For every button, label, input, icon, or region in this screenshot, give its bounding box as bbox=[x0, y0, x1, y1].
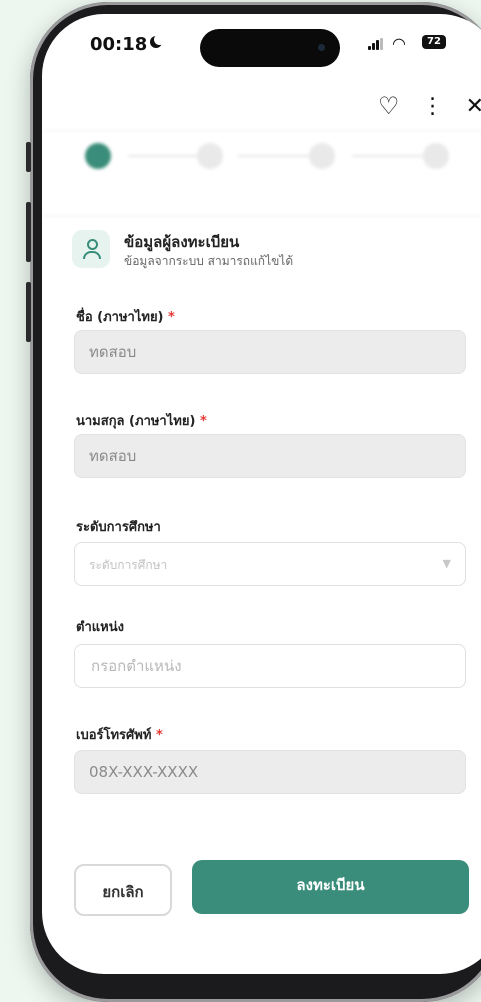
step-circle bbox=[309, 143, 335, 169]
user-icon bbox=[72, 230, 110, 268]
dynamic-island bbox=[200, 29, 340, 67]
section-subtitle: ข้อมูลจากระบบ สามารถแก้ไขได้ bbox=[124, 254, 294, 268]
more-vertical-icon[interactable]: ⋮ bbox=[422, 94, 444, 119]
position-input[interactable] bbox=[89, 656, 455, 676]
first-name-field[interactable]: ทดสอบ bbox=[74, 330, 466, 374]
app-screen: 00:18 ◠ 72 ♡ ⋮ ✕ ข้อมูลผู้ลงทะเบียน ข้อม… bbox=[42, 14, 481, 974]
position-field[interactable] bbox=[74, 644, 466, 688]
progress-stepper bbox=[42, 130, 481, 216]
header-actions: ♡ ⋮ ✕ bbox=[378, 92, 481, 120]
education-label: ระดับการศึกษา bbox=[76, 520, 161, 535]
step-circle bbox=[85, 143, 111, 169]
close-icon[interactable]: ✕ bbox=[466, 94, 481, 119]
step-2 bbox=[180, 143, 240, 169]
battery-icon: 72 bbox=[422, 35, 446, 49]
education-select[interactable]: ระดับการศึกษา ▼ bbox=[74, 542, 466, 586]
volume-up-button bbox=[26, 202, 31, 262]
step-circle bbox=[423, 143, 449, 169]
position-label: ตำแหน่ง bbox=[76, 620, 124, 635]
step-circle bbox=[197, 143, 223, 169]
required-marker: * bbox=[199, 414, 207, 429]
last-name-label: นามสกุล (ภาษาไทย) * bbox=[76, 414, 207, 429]
register-button[interactable]: ลงทะเบียน bbox=[192, 860, 469, 914]
status-bar: 00:18 ◠ 72 bbox=[42, 14, 481, 74]
section-title: ข้อมูลผู้ลงทะเบียน bbox=[124, 233, 240, 251]
chevron-down-icon: ▼ bbox=[442, 557, 451, 570]
last-name-field[interactable]: ทดสอบ bbox=[74, 434, 466, 478]
heart-icon[interactable]: ♡ bbox=[378, 92, 400, 120]
step-3 bbox=[292, 143, 352, 169]
first-name-label: ชื่อ (ภาษาไทย) * bbox=[76, 310, 175, 325]
volume-down-button bbox=[26, 282, 31, 342]
education-placeholder: ระดับการศึกษา bbox=[89, 558, 168, 572]
phone-label: เบอร์โทรศัพท์ * bbox=[76, 728, 163, 743]
step-1 bbox=[68, 143, 128, 169]
required-marker: * bbox=[168, 310, 175, 325]
required-marker: * bbox=[155, 728, 163, 743]
phone-field[interactable]: 08X-XXX-XXXX bbox=[74, 750, 466, 794]
status-time: 00:18 bbox=[90, 34, 148, 55]
camera-icon bbox=[318, 44, 325, 51]
wifi-icon: ◠ bbox=[392, 34, 406, 53]
focus-moon-icon bbox=[150, 34, 165, 48]
step-4 bbox=[406, 143, 466, 169]
cancel-button[interactable]: ยกเลิก bbox=[74, 864, 172, 916]
mute-switch bbox=[26, 142, 31, 172]
